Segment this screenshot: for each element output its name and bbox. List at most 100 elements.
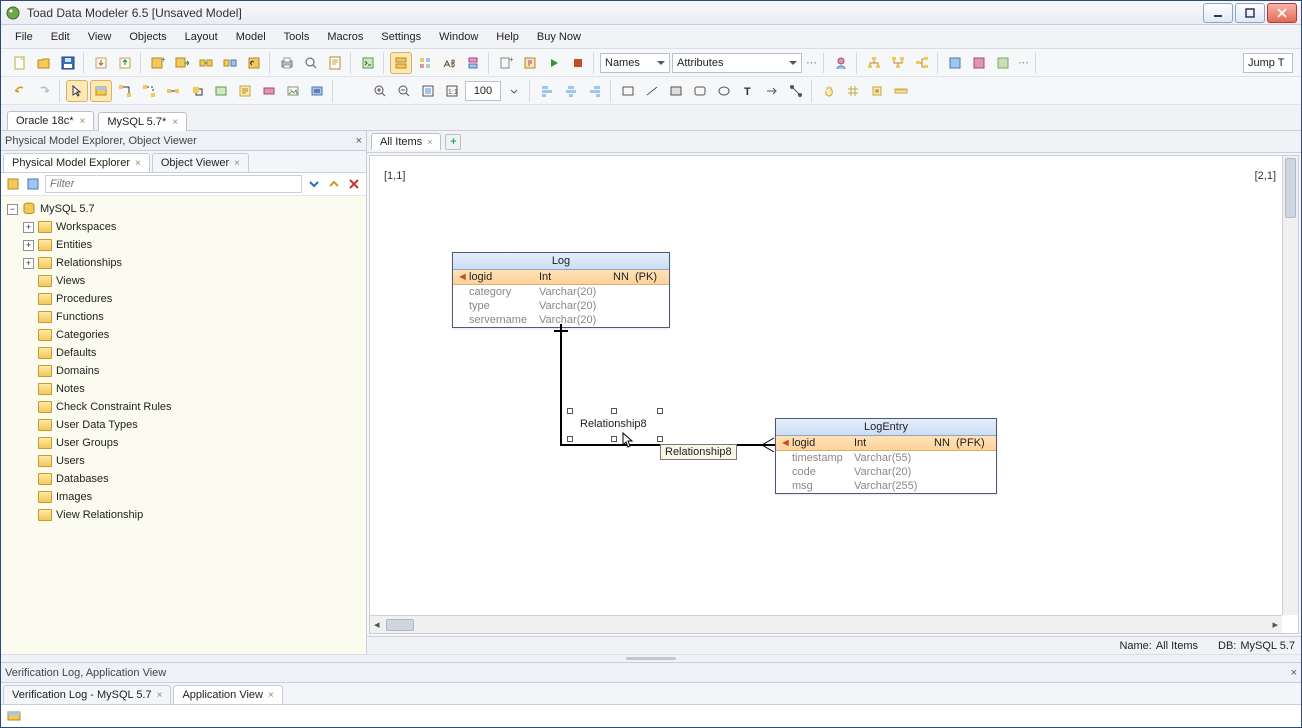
tree-folder[interactable]: +Relationships [7,254,360,272]
sel-handle[interactable] [567,408,573,414]
rel-line-v[interactable] [560,324,562,446]
physical-model-button[interactable] [390,52,412,74]
open-button[interactable] [33,52,55,74]
menu-macros[interactable]: Macros [319,29,371,45]
reverse-button[interactable] [243,52,265,74]
tree-folder[interactable]: Check Constraint Rules [7,398,360,416]
menu-view[interactable]: View [80,29,120,45]
menu-layout[interactable]: Layout [177,29,226,45]
zoom-fit-button[interactable] [417,80,439,102]
zoom-out-button[interactable] [393,80,415,102]
tab-verification-log[interactable]: Verification Log - MySQL 5.7 × [3,685,171,704]
tab-verification-log-close[interactable]: × [157,690,163,701]
zoom-100-button[interactable]: 1:1 [441,80,463,102]
script-button[interactable] [357,52,379,74]
filter-clear[interactable] [346,176,362,192]
shape-arrow-button[interactable] [761,80,783,102]
tree-folder[interactable]: Users [7,452,360,470]
canvas-scrollbar-v[interactable] [1282,156,1298,615]
user-button[interactable] [830,52,852,74]
close-tab-oracle[interactable]: × [79,116,85,127]
shape-connector-button[interactable] [785,80,807,102]
sel-handle[interactable] [611,408,617,414]
run-button[interactable] [543,52,565,74]
hierarchy2-button[interactable] [887,52,909,74]
tree-folder[interactable]: Categories [7,326,360,344]
toggle-icon[interactable]: + [23,240,34,251]
shape-line-button[interactable] [641,80,663,102]
tab-application-view[interactable]: Application View × [173,685,282,704]
stamp-tool[interactable] [306,80,328,102]
notation-button[interactable] [438,52,460,74]
layers-button[interactable] [462,52,484,74]
tree-root[interactable]: − MySQL 5.7 [7,200,360,218]
extra3-button[interactable] [992,52,1014,74]
hierarchy1-button[interactable] [863,52,885,74]
ident-rel-tool[interactable] [114,80,136,102]
tree-folder[interactable]: User Groups [7,434,360,452]
extra1-button[interactable] [944,52,966,74]
maximize-button[interactable] [1235,3,1265,23]
doc-tab-oracle[interactable]: Oracle 18c* × [7,111,94,130]
find-button[interactable] [300,52,322,74]
zoom-dropdown[interactable] [503,80,525,102]
toggle-icon[interactable]: + [23,222,34,233]
tree-folder[interactable]: User Data Types [7,416,360,434]
minimize-button[interactable] [1203,3,1233,23]
align-left-button[interactable] [536,80,558,102]
self-rel-tool[interactable] [186,80,208,102]
tree-folder[interactable]: +Entities [7,236,360,254]
bottom-panel-close[interactable]: × [1291,667,1297,679]
text-tool-button[interactable]: T [737,80,759,102]
menu-help[interactable]: Help [488,29,527,45]
entity-logentry[interactable]: LogEntry ◄ logid Int NN (PFK) timestampV… [775,418,997,494]
pan-tool[interactable] [818,80,840,102]
extra2-button[interactable] [968,52,990,74]
scroll-left-icon[interactable]: ◂ [370,618,384,631]
tree-folder[interactable]: Views [7,272,360,290]
tab-object-viewer-close[interactable]: × [234,158,240,169]
filter-icon1[interactable] [5,176,21,192]
sel-handle[interactable] [657,408,663,414]
add-entity-button[interactable]: + [147,52,169,74]
entity-tool[interactable] [90,80,112,102]
save-button[interactable] [57,52,79,74]
close-button[interactable] [1267,3,1297,23]
menu-tools[interactable]: Tools [276,29,318,45]
sync-button[interactable] [195,52,217,74]
grid-button[interactable] [842,80,864,102]
canvas[interactable]: [1,1] [2,1] Log ◄ logid Int NN (PK) cate… [370,156,1282,615]
jump-to-input[interactable]: Jump T [1243,53,1293,73]
tree-folder[interactable]: Functions [7,308,360,326]
nonident-rel-tool[interactable] [138,80,160,102]
menu-buy[interactable]: Buy Now [529,29,589,45]
new-button[interactable] [9,52,31,74]
align-right-button[interactable] [584,80,606,102]
left-panel-close[interactable]: × [356,135,362,147]
report-button[interactable] [324,52,346,74]
tree-folder[interactable]: Databases [7,470,360,488]
menu-objects[interactable]: Objects [121,29,174,45]
menu-edit[interactable]: Edit [43,29,78,45]
menu-model[interactable]: Model [228,29,274,45]
import-button[interactable] [90,52,112,74]
menu-settings[interactable]: Settings [373,29,429,45]
add-object-button[interactable]: + [495,52,517,74]
names-combo[interactable]: Names [600,53,670,73]
shape-ellipse-button[interactable] [713,80,735,102]
shape-rect2-button[interactable] [665,80,687,102]
tab-model-explorer[interactable]: Physical Model Explorer × [3,153,150,172]
sel-handle[interactable] [657,436,663,442]
relationship-label[interactable]: Relationship8 [580,418,647,430]
tree-folder[interactable]: Defaults [7,344,360,362]
sel-handle[interactable] [567,436,573,442]
tree-folder[interactable]: Images [7,488,360,506]
tab-application-view-close[interactable]: × [268,690,274,701]
close-tab-mysql[interactable]: × [172,117,178,128]
scroll-right-icon[interactable]: ▸ [1268,618,1282,631]
toggle-root[interactable]: − [7,204,18,215]
filter-up[interactable] [326,176,342,192]
tree-folder[interactable]: Procedures [7,290,360,308]
menu-window[interactable]: Window [431,29,486,45]
doc-tab-mysql[interactable]: MySQL 5.7* × [98,112,187,131]
